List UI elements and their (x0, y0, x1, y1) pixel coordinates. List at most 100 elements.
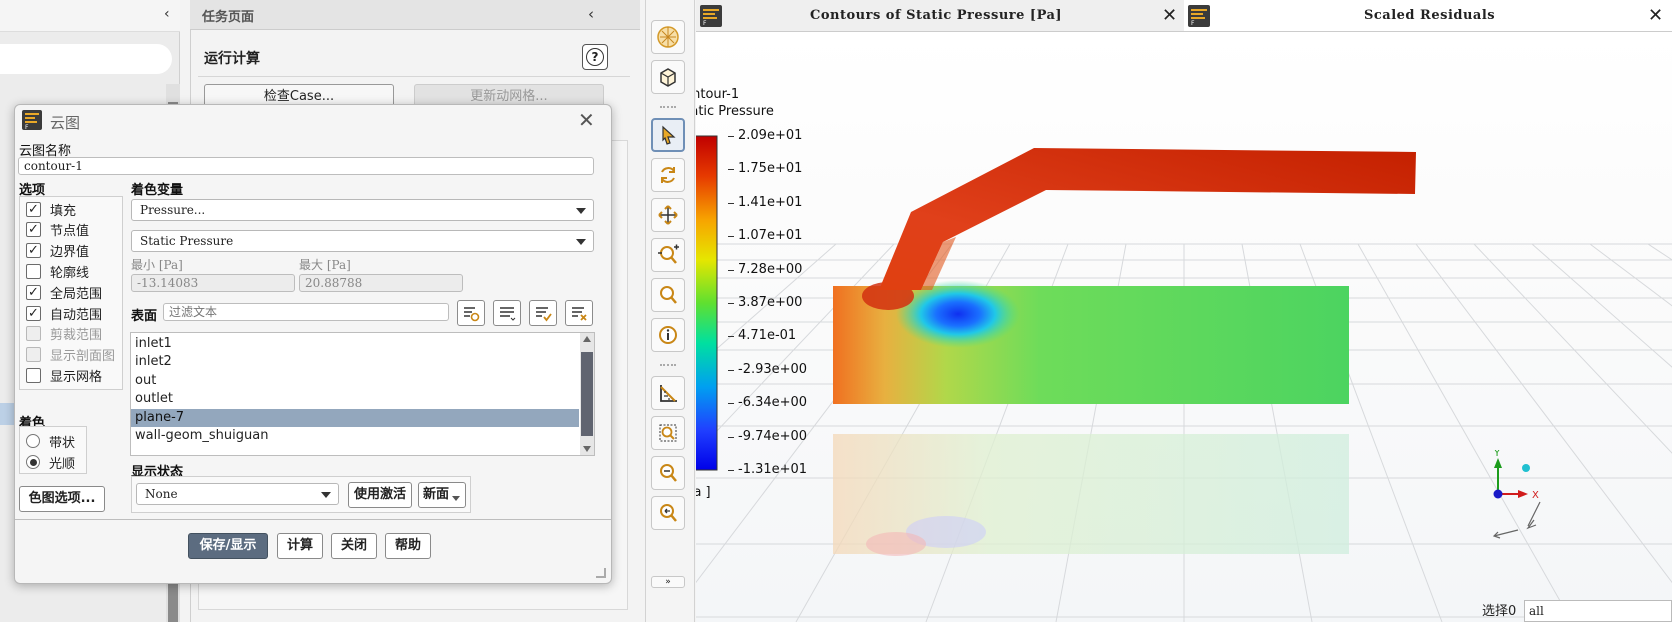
checkbox[interactable]: ✓ (26, 284, 41, 300)
option-label: 自动范围 (50, 307, 103, 323)
checkbox[interactable] (26, 367, 41, 383)
option-1[interactable]: ✓ 节点值 (26, 220, 89, 240)
chevron-down-icon (576, 208, 586, 214)
option-0[interactable]: ✓ 填充 (26, 199, 76, 219)
toolbar-separator (660, 106, 676, 108)
radio-button[interactable] (26, 434, 40, 448)
help-icon[interactable]: ? (582, 44, 608, 70)
scroll-up-icon[interactable] (583, 336, 591, 342)
surfaces-label: 表面 (131, 309, 158, 324)
surface-list-item[interactable]: inlet1 (131, 335, 579, 353)
outline-search-input[interactable] (0, 44, 172, 74)
graphics-viewport[interactable]: contour-1 Static Pressure 2.09e+01 1.75e+… (696, 32, 1672, 622)
close-dialog-icon[interactable]: ✕ (578, 108, 595, 132)
svg-text:X: X (1532, 490, 1539, 501)
checkbox[interactable] (26, 263, 41, 279)
option-label: 填充 (50, 203, 77, 219)
task-page-title: 任务页面 (202, 10, 255, 25)
surface-list-item[interactable]: wall-geom_shuiguan (131, 427, 579, 445)
list-options-icon[interactable] (493, 300, 521, 326)
checkbox[interactable] (26, 326, 41, 342)
radio-button[interactable] (26, 455, 40, 469)
checkbox[interactable]: ✓ (26, 305, 41, 321)
checkbox[interactable] (26, 347, 41, 363)
rotate-icon[interactable] (651, 158, 685, 192)
coloring-option-0[interactable]: 带状 (26, 431, 75, 451)
scroll-down-icon[interactable] (583, 446, 591, 452)
color-variable-select[interactable]: Static Pressure (131, 230, 594, 252)
info-icon[interactable] (651, 318, 685, 352)
colormap-options-button[interactable]: 色图选项... (19, 486, 105, 512)
resize-grip-icon[interactable] (596, 568, 606, 578)
outline-selected-item[interactable] (0, 403, 14, 425)
selection-input[interactable]: all (1524, 600, 1672, 622)
contour-name-field[interactable]: contour-1 (18, 157, 594, 175)
checkbox[interactable]: ✓ (26, 222, 41, 238)
deselect-all-icon[interactable] (565, 300, 593, 326)
surface-list-item[interactable]: outlet (131, 390, 579, 408)
pan-icon[interactable] (651, 198, 685, 232)
chevron-down-icon (576, 239, 586, 245)
checkbox[interactable]: ✓ (26, 243, 41, 259)
option-4[interactable]: ✓ 全局范围 (26, 282, 102, 302)
zoom-out-icon[interactable] (651, 456, 685, 490)
use-active-button[interactable]: 使用激活 (348, 482, 412, 508)
coloring-option-1[interactable]: 光顺 (26, 452, 75, 472)
fluent-logo-icon[interactable] (651, 20, 685, 54)
surface-list-item[interactable]: plane-7 (131, 408, 579, 427)
color-variable-category-value: Pressure... (140, 203, 206, 217)
zoom-previous-icon[interactable] (651, 496, 685, 530)
view-cube-icon[interactable] (651, 60, 685, 94)
color-variable-label: 着色变量 (131, 183, 184, 198)
option-3[interactable]: 轮廓线 (26, 261, 89, 281)
compute-button[interactable]: 计算 (277, 533, 323, 559)
selection-label: 选择0 (1482, 604, 1517, 619)
expand-icon[interactable]: » (651, 576, 685, 588)
zoom-box-icon[interactable] (651, 416, 685, 450)
chevron-down-icon (452, 496, 460, 501)
option-2[interactable]: ✓ 边界值 (26, 241, 89, 261)
legend-tick (728, 169, 734, 171)
option-label: 显示剖面图 (50, 349, 116, 365)
coloring-label: 光顺 (49, 456, 76, 472)
checkbox[interactable]: ✓ (26, 201, 41, 217)
legend-tick (728, 236, 734, 238)
option-label: 显示网格 (50, 369, 103, 385)
max-value-field[interactable]: 20.88788 (299, 274, 463, 292)
collapse-task-icon[interactable]: ‹ (588, 5, 594, 23)
option-8[interactable]: 显示网格 (26, 365, 102, 385)
new-surface-button[interactable]: 新面 (418, 482, 466, 508)
option-7[interactable]: 显示剖面图 (26, 345, 115, 365)
legend-tick-label: 7.28e+00 (738, 261, 803, 277)
zoom-in-icon[interactable] (651, 238, 685, 272)
option-5[interactable]: ✓ 自动范围 (26, 303, 102, 323)
legend-tick-label: 2.09e+01 (738, 128, 803, 143)
close-contours-tab-icon[interactable]: ✕ (1162, 5, 1177, 26)
surface-list-item[interactable]: inlet2 (131, 353, 579, 371)
legend-tick (728, 436, 734, 438)
close-residuals-tab-icon[interactable]: ✕ (1648, 5, 1663, 26)
dialog-divider (15, 519, 611, 520)
low-pressure-zone (896, 280, 1020, 348)
option-6[interactable]: 剪裁范围 (26, 324, 102, 344)
select-filter-icon[interactable] (457, 300, 485, 326)
display-state-value: None (145, 487, 178, 501)
ruler-icon[interactable] (651, 376, 685, 410)
legend-tick-label: 3.87e+00 (738, 295, 803, 310)
display-state-select[interactable]: None (136, 483, 339, 505)
pointer-icon[interactable] (651, 118, 685, 152)
close-button[interactable]: 关闭 (331, 533, 377, 559)
zoom-fit-icon[interactable] (651, 278, 685, 312)
collapse-left-icon[interactable]: ‹ (164, 6, 170, 22)
select-all-icon[interactable] (529, 300, 557, 326)
surface-filter-input[interactable] (163, 303, 449, 321)
save-display-button[interactable]: 保存/显示 (188, 533, 268, 559)
surfaces-scrollbar-thumb[interactable] (581, 352, 593, 436)
contour-pipe (879, 148, 1416, 290)
legend-title-2: Static Pressure (696, 104, 774, 119)
help-button[interactable]: 帮助 (385, 533, 431, 559)
surface-list-item[interactable]: out (131, 372, 579, 390)
min-value-field[interactable]: -13.14083 (131, 274, 295, 292)
legend-tick (728, 269, 734, 271)
color-variable-category-select[interactable]: Pressure... (131, 199, 594, 221)
